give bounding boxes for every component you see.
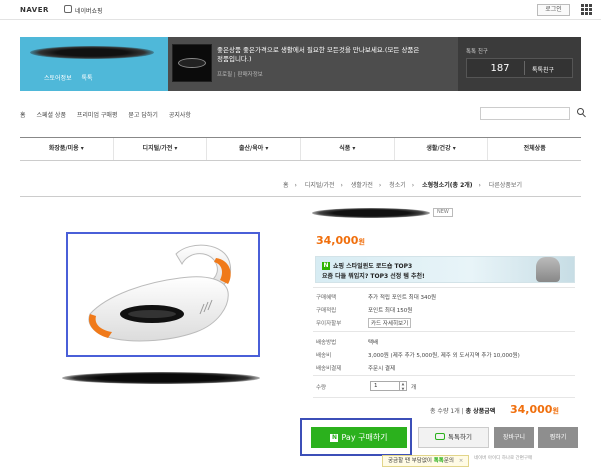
- naver-pay-icon: N: [330, 434, 339, 442]
- point-label: 구매적립: [316, 308, 337, 314]
- divider: [313, 331, 575, 332]
- quantity-stepper[interactable]: ▲ ▼: [400, 381, 407, 391]
- talk-link[interactable]: 톡톡: [82, 75, 93, 82]
- shopping-icon: [64, 5, 72, 13]
- breadcrumb-home[interactable]: 홈: [283, 182, 289, 189]
- category-digital[interactable]: 디지털/가전 ▾: [114, 138, 208, 160]
- banner-links: 스토어정보 톡톡: [44, 73, 101, 82]
- promo-model-image: [536, 257, 560, 282]
- quantity-unit: 개: [411, 385, 417, 391]
- shipping-payment-label: 배송비결제: [316, 366, 342, 372]
- total-summary: 총 수량 1개 | 총 상품금액: [430, 406, 495, 415]
- search-icon[interactable]: [577, 108, 584, 115]
- category-food[interactable]: 식품 ▾: [301, 138, 395, 160]
- divider: [313, 287, 575, 288]
- promo-subtitle: 요즘 다들 뭐입지? TOP3 선정 템 추천!: [322, 273, 425, 280]
- quantity-input[interactable]: 1: [370, 381, 400, 391]
- installment-label: 무이자할부: [316, 321, 342, 327]
- naver-shopping-link[interactable]: 네이버쇼핑: [75, 6, 103, 15]
- point-value: 포인트 최대 150원: [368, 308, 413, 314]
- talk-tooltip: 궁금할 땐 부담없이 톡톡문의 ×: [382, 455, 470, 467]
- product-name-redacted: [62, 372, 260, 384]
- product-title-redacted: [312, 208, 430, 218]
- breadcrumb-cleaner[interactable]: 청소기: [389, 182, 406, 189]
- store-nav-notice[interactable]: 공지사항: [169, 112, 191, 119]
- divider: [313, 375, 575, 376]
- store-thumbnail-logo: [178, 58, 206, 68]
- shipping-fee-label: 배송비: [316, 353, 332, 359]
- category-living[interactable]: 생활/건강 ▾: [395, 138, 489, 160]
- total-quantity: 총 수량 1개 |: [430, 408, 464, 415]
- store-nav-premium-review[interactable]: 프리미엄 구매평: [77, 112, 118, 119]
- store-profile-links[interactable]: 프로필 | 판매자정보: [217, 70, 263, 78]
- npay-footnote: 네이버 아이디 하나로 간편구매: [474, 456, 533, 461]
- breadcrumb-digital[interactable]: 디지털/가전: [305, 182, 335, 189]
- product-tag: NEW: [433, 208, 453, 217]
- store-logo-redacted: [30, 46, 154, 59]
- store-nav: 홈 스페셜 상품 프리미엄 구매평 묻고 답하기 공지사항: [20, 110, 200, 119]
- benefit-value: 추가 적립 포인트 최대 340원: [368, 295, 437, 301]
- store-nav-home[interactable]: 홈: [20, 112, 26, 119]
- divider: [524, 61, 525, 75]
- talk-button[interactable]: 톡톡하기: [418, 427, 489, 448]
- store-nav-qna[interactable]: 묻고 답하기: [128, 112, 158, 119]
- store-nav-special[interactable]: 스페셜 상품: [36, 112, 66, 119]
- talk-icon: [435, 433, 446, 440]
- breadcrumb-current[interactable]: 소형청소기(총 2개): [422, 182, 472, 189]
- store-search-input[interactable]: [480, 107, 570, 120]
- shipping-fee-value: 3,000원 (제주 추가 5,000원, 제주 외 도서지역 추가 10,00…: [368, 353, 520, 359]
- talk-friend-count: 187: [490, 63, 510, 74]
- apps-grid-icon[interactable]: [581, 4, 592, 15]
- shipping-payment-value: 주문시 결제: [368, 366, 396, 372]
- installment-detail-button[interactable]: 카드 자세히보기: [368, 318, 412, 328]
- total-price: 34,000원: [510, 403, 559, 416]
- naver-logo[interactable]: NAVER: [20, 6, 49, 14]
- product-price: 34,000원: [316, 234, 365, 247]
- add-talk-friend-button[interactable]: 톡톡친구: [532, 65, 554, 74]
- quantity-label: 수량: [316, 385, 327, 391]
- npay-buy-button[interactable]: N Pay 구매하기: [311, 427, 407, 448]
- cart-button[interactable]: 장바구니: [494, 427, 534, 448]
- category-beauty[interactable]: 화장품/미용 ▾: [20, 138, 114, 160]
- breadcrumb-other[interactable]: 다른상품보기: [489, 182, 522, 189]
- promo-title: 쇼핑 스타일윈도 로드숍 TOP3: [333, 263, 413, 270]
- category-bar: 화장품/미용 ▾ 디지털/가전 ▾ 출산/육아 ▾ 식품 ▾ 생활/건강 ▾ 전…: [20, 137, 581, 161]
- talk-friend-label: 톡톡 친구: [466, 49, 488, 55]
- divider: [313, 397, 575, 398]
- login-button[interactable]: 로그인: [537, 4, 570, 16]
- naver-n-icon: N: [322, 262, 330, 270]
- shipping-method-value: 택배: [368, 340, 379, 346]
- category-baby[interactable]: 출산/육아 ▾: [207, 138, 302, 160]
- breadcrumb-appliance[interactable]: 생활가전: [351, 182, 373, 189]
- total-label: 총 상품금액: [465, 408, 496, 415]
- close-icon[interactable]: ×: [459, 458, 464, 464]
- category-all[interactable]: 전체상품: [488, 138, 581, 160]
- product-image[interactable]: [66, 232, 260, 357]
- shipping-method-label: 배송방법: [316, 340, 337, 346]
- breadcrumb: 홈 › 디지털/가전 › 생활가전 › 청소기 › 소형청소기(총 2개) › 다른상품보…: [283, 182, 522, 189]
- store-info-link[interactable]: 스토어정보: [44, 75, 72, 82]
- wishlist-button[interactable]: 찜하기: [538, 427, 578, 448]
- store-description: 좋은상품 좋은가격으로 생활에서 필요한 모든것을 만나보세요.(모든 상품은 …: [217, 46, 420, 63]
- benefit-label: 구매혜택: [316, 295, 337, 301]
